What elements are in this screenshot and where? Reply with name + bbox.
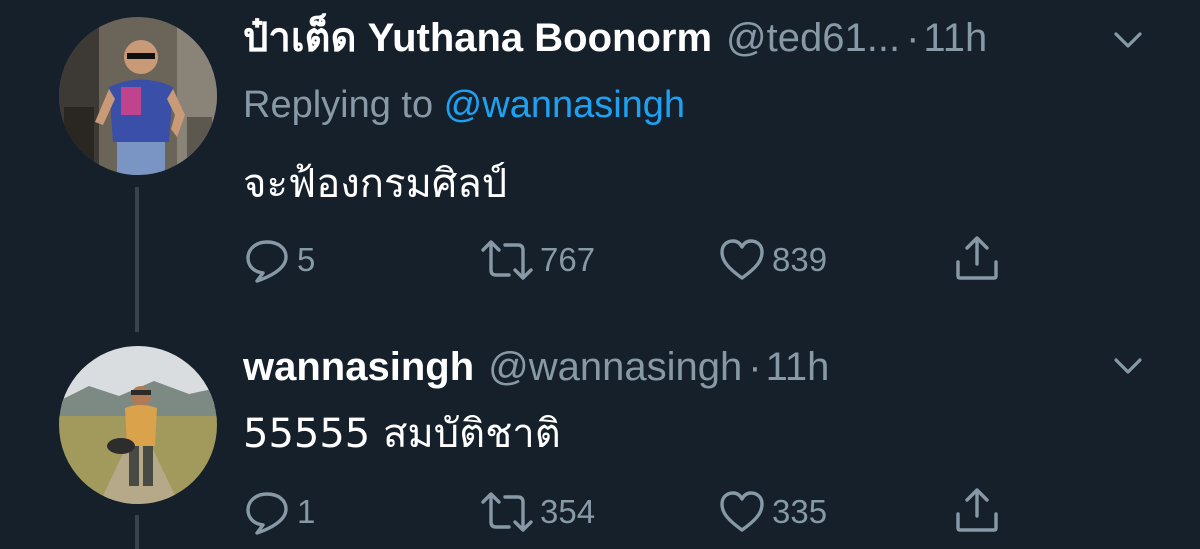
- retweet-button[interactable]: 767: [480, 236, 595, 284]
- timestamp[interactable]: 11h: [923, 14, 987, 62]
- reply-button[interactable]: 5: [243, 236, 315, 284]
- mention-link[interactable]: @wannasingh: [444, 84, 685, 126]
- like-count: 839: [772, 241, 828, 278]
- handle[interactable]: @wannasingh: [488, 343, 742, 391]
- display-name[interactable]: ป๋าเต็ด Yuthana Boonorm: [243, 14, 712, 62]
- retweet-count: 354: [540, 493, 596, 530]
- display-name[interactable]: wannasingh: [243, 343, 474, 391]
- tweet-text: 55555 สมบัติชาติ: [243, 411, 561, 457]
- chevron-down-icon[interactable]: [1108, 20, 1148, 60]
- reply-count: 5: [297, 241, 316, 278]
- retweet-icon: [481, 240, 533, 280]
- retweet-count: 767: [540, 241, 596, 278]
- reply-icon: [246, 240, 288, 283]
- retweet-button[interactable]: 354: [480, 488, 595, 536]
- tweet-text: จะฟ้องกรมศิลป์: [243, 161, 508, 207]
- separator: ·: [906, 16, 920, 60]
- like-button[interactable]: 335: [718, 488, 827, 536]
- thread-line-bottom: [135, 515, 139, 549]
- replying-to: Replying to @wannasingh: [243, 82, 685, 128]
- timestamp[interactable]: 11h: [766, 343, 830, 391]
- share-button[interactable]: [953, 486, 1001, 534]
- handle[interactable]: @ted61...: [726, 14, 900, 62]
- share-button[interactable]: [953, 234, 1001, 282]
- replying-prefix: Replying to: [243, 84, 444, 126]
- avatar[interactable]: [59, 17, 217, 175]
- reply-icon: [246, 492, 288, 535]
- retweet-icon: [481, 492, 533, 532]
- chevron-down-icon[interactable]: [1108, 346, 1148, 386]
- like-icon: [720, 239, 764, 280]
- thread-line-top: [135, 187, 139, 332]
- tweet-header: wannasingh @wannasingh · 11h: [243, 343, 829, 391]
- reply-count: 1: [297, 493, 316, 530]
- avatar[interactable]: [59, 346, 217, 504]
- like-button[interactable]: 839: [718, 236, 827, 284]
- like-icon: [720, 491, 764, 532]
- share-icon: [956, 236, 998, 280]
- share-icon: [956, 488, 998, 532]
- tweet-header: ป๋าเต็ด Yuthana Boonorm @ted61... · 11h: [243, 14, 987, 62]
- like-count: 335: [772, 493, 828, 530]
- reply-button[interactable]: 1: [243, 488, 315, 536]
- separator: ·: [748, 345, 762, 389]
